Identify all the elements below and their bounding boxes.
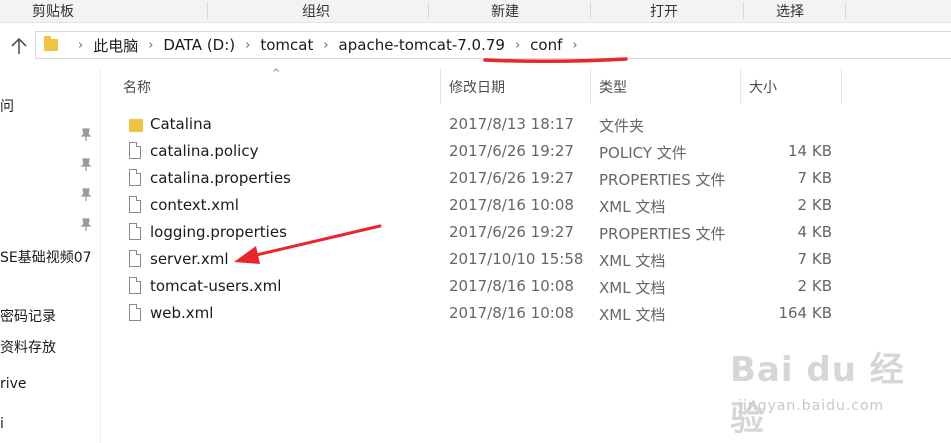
nav-item[interactable]: 资料存放 [0, 337, 56, 357]
file-type: 文件夹 [599, 117, 645, 135]
folder-icon [129, 119, 143, 132]
file-type: XML 文档 [599, 198, 666, 216]
file-icon [129, 277, 141, 294]
navigation-pane: 问 SE基础视频07 密码记录 资料存放 rive i [0, 68, 101, 443]
column-separator[interactable] [440, 68, 441, 104]
ribbon-bar: 剪贴板 组织 新建 打开 选择 [0, 0, 951, 23]
file-row[interactable]: logging.properties 2017/6/26 19:27 PROPE… [101, 220, 842, 247]
column-header: ^ 名称 修改日期 类型 大小 [101, 68, 842, 104]
column-modified[interactable]: 修改日期 [449, 77, 505, 97]
ribbon-separator [743, 2, 744, 19]
file-type: XML 文档 [599, 306, 666, 324]
nav-item[interactable]: rive [0, 376, 27, 392]
ribbon-group-open[interactable]: 打开 [650, 1, 678, 21]
file-type: XML 文档 [599, 279, 666, 297]
breadcrumb-apache-tomcat[interactable]: apache-tomcat-7.0.79 [339, 36, 505, 54]
baidu-watermark: Bai du 经验 jingyan.baidu.com [730, 342, 930, 439]
ribbon-group-organize[interactable]: 组织 [302, 1, 330, 21]
file-modified: 2017/6/26 19:27 [449, 142, 574, 160]
file-row[interactable]: Catalina 2017/8/13 18:17 文件夹 [101, 112, 842, 139]
file-row[interactable]: context.xml 2017/8/16 10:08 XML 文档 2 KB [101, 193, 842, 220]
ribbon-group-clipboard[interactable]: 剪贴板 [32, 1, 74, 21]
file-row[interactable]: tomcat-users.xml 2017/8/16 10:08 XML 文档 … [101, 274, 842, 301]
up-arrow-icon[interactable] [8, 36, 30, 56]
file-size: 2 KB [797, 277, 832, 295]
file-name: tomcat-users.xml [150, 277, 282, 295]
column-name[interactable]: 名称 [123, 77, 151, 97]
file-modified: 2017/8/16 10:08 [449, 277, 574, 295]
file-icon [129, 223, 141, 240]
ribbon-separator [428, 2, 429, 19]
pin-icon[interactable] [80, 128, 92, 142]
file-modified: 2017/6/26 19:27 [449, 223, 574, 241]
red-arrow-annotation [234, 224, 382, 264]
address-bar[interactable]: › 此电脑 › DATA (D:) › tomcat › apache-tomc… [35, 31, 951, 59]
ribbon-separator [590, 2, 591, 19]
file-name: catalina.policy [150, 142, 259, 160]
file-size: 14 KB [788, 142, 832, 160]
file-name: context.xml [150, 196, 239, 214]
chevron-right-icon[interactable]: › [78, 38, 83, 53]
nav-item[interactable]: SE基础视频07 [0, 247, 92, 267]
file-icon [129, 196, 141, 213]
chevron-right-icon[interactable]: › [323, 38, 328, 53]
pin-icon[interactable] [80, 188, 92, 202]
ribbon-group-new[interactable]: 新建 [491, 1, 519, 21]
file-modified: 2017/8/13 18:17 [449, 115, 574, 133]
chevron-right-icon[interactable]: › [245, 38, 250, 53]
nav-item[interactable]: 密码记录 [0, 306, 56, 326]
file-icon [129, 169, 141, 186]
column-type[interactable]: 类型 [599, 77, 627, 97]
breadcrumb-this-pc[interactable]: 此电脑 [93, 35, 138, 56]
ribbon-separator [207, 2, 208, 19]
file-modified: 2017/10/10 15:58 [449, 250, 584, 268]
breadcrumb-conf[interactable]: conf [530, 36, 562, 54]
pin-icon[interactable] [80, 218, 92, 232]
column-separator[interactable] [590, 68, 591, 104]
file-size: 164 KB [778, 304, 832, 322]
file-size: 7 KB [797, 250, 832, 268]
ribbon-group-select[interactable]: 选择 [776, 1, 804, 21]
file-row[interactable]: web.xml 2017/8/16 10:08 XML 文档 164 KB [101, 301, 842, 328]
file-modified: 2017/6/26 19:27 [449, 169, 574, 187]
file-row[interactable]: catalina.policy 2017/6/26 19:27 POLICY 文… [101, 139, 842, 166]
column-size[interactable]: 大小 [749, 77, 777, 97]
chevron-right-icon[interactable]: › [515, 38, 520, 53]
chevron-right-icon[interactable]: › [572, 38, 577, 53]
folder-icon [44, 36, 58, 51]
file-name: catalina.properties [150, 169, 291, 187]
breadcrumb-data-drive[interactable]: DATA (D:) [163, 36, 235, 54]
column-separator[interactable] [740, 68, 741, 104]
chevron-right-icon[interactable]: › [148, 38, 153, 53]
address-row: › 此电脑 › DATA (D:) › tomcat › apache-tomc… [0, 23, 951, 67]
file-row[interactable]: server.xml 2017/10/10 15:58 XML 文档 7 KB [101, 247, 842, 274]
sort-caret-icon: ^ [272, 68, 281, 79]
watermark-url: jingyan.baidu.com [738, 398, 885, 414]
file-list: Catalina 2017/8/13 18:17 文件夹 catalina.po… [101, 112, 842, 328]
file-type: PROPERTIES 文件 [599, 171, 726, 189]
file-modified: 2017/8/16 10:08 [449, 196, 574, 214]
file-size: 2 KB [797, 196, 832, 214]
pin-icon[interactable] [80, 158, 92, 172]
nav-item[interactable]: 问 [0, 96, 14, 116]
file-modified: 2017/8/16 10:08 [449, 304, 574, 322]
file-type: PROPERTIES 文件 [599, 225, 726, 243]
nav-item[interactable]: i [0, 416, 4, 432]
file-size: 7 KB [797, 169, 832, 187]
file-size: 4 KB [797, 223, 832, 241]
file-name: server.xml [150, 250, 229, 268]
file-name: Catalina [150, 115, 212, 133]
red-underline-annotation [483, 57, 628, 64]
breadcrumb-tomcat[interactable]: tomcat [260, 36, 313, 54]
file-row[interactable]: catalina.properties 2017/6/26 19:27 PROP… [101, 166, 842, 193]
file-icon [129, 142, 141, 159]
file-type: POLICY 文件 [599, 144, 687, 162]
file-type: XML 文档 [599, 252, 666, 270]
watermark-logo: Bai du 经验 [730, 350, 905, 439]
column-separator[interactable] [841, 68, 842, 104]
ribbon-separator [845, 2, 846, 19]
file-icon [129, 304, 141, 321]
file-icon [129, 250, 141, 267]
file-name: web.xml [150, 304, 214, 322]
